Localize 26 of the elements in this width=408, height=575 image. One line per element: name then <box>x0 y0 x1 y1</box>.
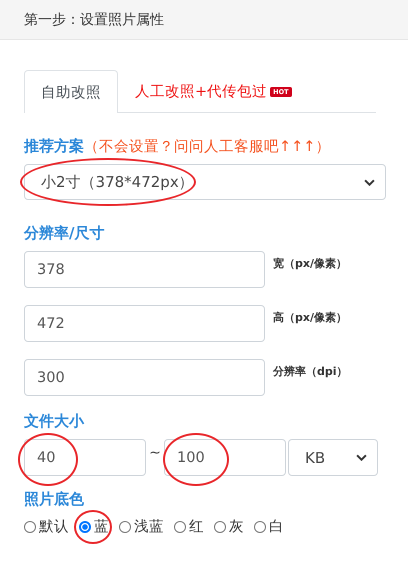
radio-option[interactable]: 浅蓝 <box>119 517 164 536</box>
radio-option[interactable]: 灰 <box>214 517 244 536</box>
radio-option[interactable]: 红 <box>174 517 204 536</box>
section-label: 分辨率/尺寸 <box>24 224 104 242</box>
unit-label: 分辨率（dpi） <box>273 364 348 379</box>
section-label: 推荐方案 <box>24 137 84 155</box>
input-field[interactable]: 472 <box>24 305 265 342</box>
radio-option[interactable]: 默认 <box>24 517 69 536</box>
input-field[interactable]: 378 <box>24 251 265 288</box>
chevron-icon <box>356 454 367 461</box>
unit-label: 宽（px/像素） <box>273 256 347 271</box>
tab[interactable]: 自助改照 <box>24 70 118 113</box>
radio-option[interactable]: 白 <box>254 517 284 536</box>
unit-label: 高（px/像素） <box>273 310 347 325</box>
input-field[interactable]: 100 <box>164 439 286 476</box>
preset-select[interactable]: 小2寸（378*472px） <box>24 164 386 200</box>
input-field[interactable]: 40 <box>24 439 146 476</box>
input-field[interactable]: 300 <box>24 359 265 396</box>
unit-select[interactable]: KB <box>288 439 378 476</box>
range-separator: ~ <box>148 444 162 460</box>
chevron-icon <box>364 178 375 186</box>
radio-option[interactable]: 蓝 <box>79 517 109 536</box>
section-label: 照片底色 <box>24 490 84 508</box>
help-hint: （不会设置？问问人工客服吧↑↑↑） <box>84 139 330 155</box>
step-title: 第一步：设置照片属性 <box>24 10 164 28</box>
section-label: 文件大小 <box>24 412 84 430</box>
